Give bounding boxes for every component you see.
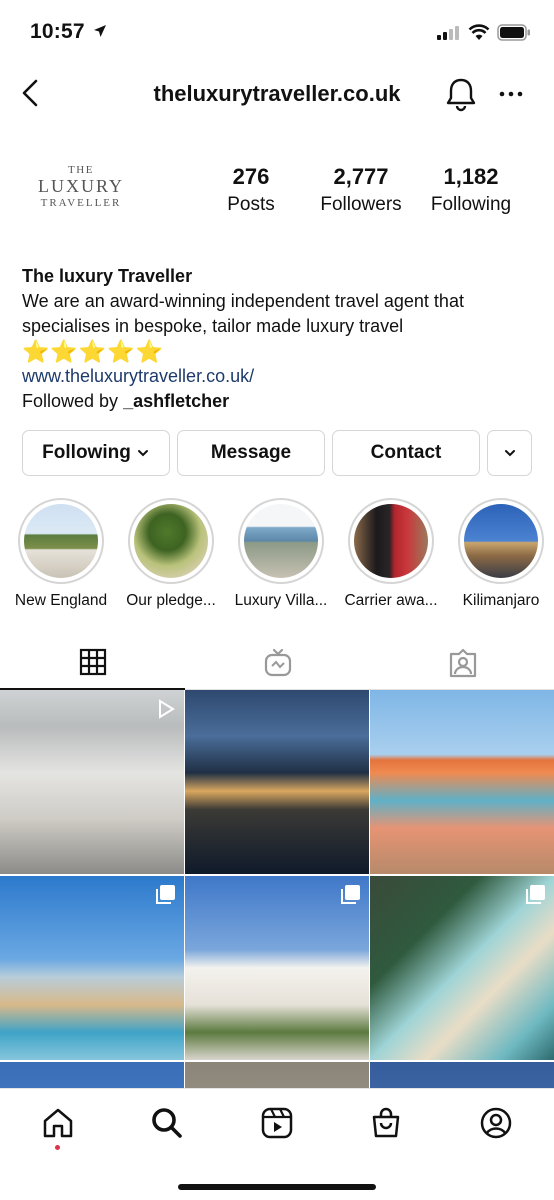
logo-line-2: LUXURY (37, 176, 124, 196)
igtv-icon (264, 648, 291, 677)
highlight-image (24, 504, 98, 578)
highlight-image (244, 504, 318, 578)
bell-icon[interactable] (444, 76, 478, 112)
carousel-icon (526, 885, 545, 904)
status-time: 10:57 (30, 20, 85, 43)
profile-icon (480, 1107, 512, 1139)
carousel-icon (341, 885, 360, 904)
signal-icon (437, 26, 459, 40)
logo-line-1: THE (68, 164, 94, 176)
stat-label: Posts (227, 194, 275, 215)
highlight-label: Our pledge... (126, 592, 216, 609)
home-indicator (178, 1184, 376, 1190)
carousel-icon (156, 885, 175, 904)
highlight-label: New England (14, 592, 108, 609)
tagged-icon (449, 648, 476, 678)
suggested-accounts-button[interactable] (487, 430, 532, 476)
highlight-item[interactable]: Luxury Villa... (226, 498, 336, 610)
post-thumbnail[interactable] (370, 876, 554, 1060)
followed-by[interactable]: Followed by _ashfletcher (22, 389, 542, 414)
shop-icon (372, 1107, 400, 1138)
chevron-down-icon (504, 450, 515, 457)
profile-display-name: The luxury Traveller (22, 266, 193, 286)
bio-stars: ⭐⭐⭐⭐⭐ (22, 339, 164, 364)
message-button[interactable]: Message (177, 430, 325, 476)
highlight-ring (348, 498, 434, 584)
search-icon (152, 1108, 182, 1138)
highlight-label: Kilimanjaro (462, 592, 540, 609)
bio-text: We are an award-winning independent trav… (22, 291, 464, 336)
highlight-ring (128, 498, 214, 584)
profile-tabs (0, 636, 554, 690)
following-button-label: Following (42, 442, 131, 463)
contact-button-label: Contact (370, 442, 442, 463)
stat-following[interactable]: 1,182 Following (416, 164, 526, 216)
post-thumbnail[interactable] (0, 690, 184, 874)
highlight-item[interactable]: Carrier awa... (336, 498, 446, 610)
highlight-ring (458, 498, 544, 584)
grid-icon (79, 648, 106, 676)
stat-label: Following (430, 194, 512, 215)
profile-avatar[interactable]: THE LUXURY TRAVELLER (22, 158, 140, 244)
highlight-item[interactable]: Our pledge... (116, 498, 226, 610)
highlight-label: Luxury Villa... (234, 592, 328, 609)
bio-website-link[interactable]: www.theluxurytraveller.co.uk/ (22, 364, 542, 389)
contact-button[interactable]: Contact (332, 430, 480, 476)
post-thumbnail[interactable] (185, 1062, 369, 1090)
nav-reels[interactable] (257, 1103, 297, 1143)
nav-profile[interactable] (476, 1103, 516, 1143)
highlight-image (464, 504, 538, 578)
tab-tagged[interactable] (370, 636, 554, 690)
following-button[interactable]: Following (22, 430, 170, 476)
profile-actions: Following Message Contact (22, 430, 532, 476)
highlight-ring (18, 498, 104, 584)
post-thumbnail[interactable] (370, 690, 554, 874)
followed-by-user: _ashfletcher (123, 391, 230, 411)
wifi-icon (468, 24, 490, 40)
nav-search[interactable] (147, 1103, 187, 1143)
video-icon (159, 699, 175, 719)
post-thumbnail[interactable] (0, 1062, 184, 1090)
tab-posts[interactable] (0, 636, 185, 690)
post-thumbnail[interactable] (185, 876, 369, 1060)
nav-home[interactable] (38, 1103, 78, 1143)
status-bar: 10:57 (0, 0, 554, 64)
message-button-label: Message (210, 442, 292, 463)
profile-summary: THE LUXURY TRAVELLER 276 Posts 2,777 Fol… (0, 150, 554, 260)
logo-line-3: TRAVELLER (40, 197, 122, 209)
stat-label: Followers (320, 194, 402, 215)
highlight-item[interactable]: Kilimanjaro (446, 498, 554, 610)
stat-followers[interactable]: 2,777 Followers (306, 164, 416, 216)
highlight-label: Carrier awa... (344, 592, 438, 609)
reels-icon (261, 1107, 293, 1139)
more-icon[interactable] (498, 82, 524, 106)
story-highlights: New England Our pledge... Luxury Villa..… (0, 498, 554, 613)
stat-value: 276 (232, 164, 270, 189)
post-thumbnail[interactable] (185, 690, 369, 874)
chevron-down-icon (137, 450, 148, 457)
profile-stats: 276 Posts 2,777 Followers 1,182 Followin… (196, 164, 526, 216)
profile-header: theluxurytraveller.co.uk (0, 64, 554, 124)
stat-posts[interactable]: 276 Posts (196, 164, 306, 216)
nav-shop[interactable] (366, 1103, 406, 1143)
followed-by-prefix: Followed by (22, 391, 124, 411)
stat-value: 1,182 (443, 164, 499, 189)
battery-icon (497, 24, 530, 41)
highlight-ring (238, 498, 324, 584)
notification-dot (55, 1145, 60, 1150)
posts-grid (0, 690, 554, 1090)
stat-value: 2,777 (333, 164, 389, 189)
post-thumbnail[interactable] (370, 1062, 554, 1090)
profile-bio: The luxury Traveller We are an award-win… (22, 264, 542, 414)
location-arrow-icon (94, 25, 106, 37)
home-icon (43, 1108, 73, 1138)
highlight-item[interactable]: New England (6, 498, 116, 610)
bottom-navigation (0, 1088, 554, 1200)
tab-igtv[interactable] (185, 636, 370, 690)
highlight-image (134, 504, 208, 578)
post-thumbnail[interactable] (0, 876, 184, 1060)
highlight-image (354, 504, 428, 578)
